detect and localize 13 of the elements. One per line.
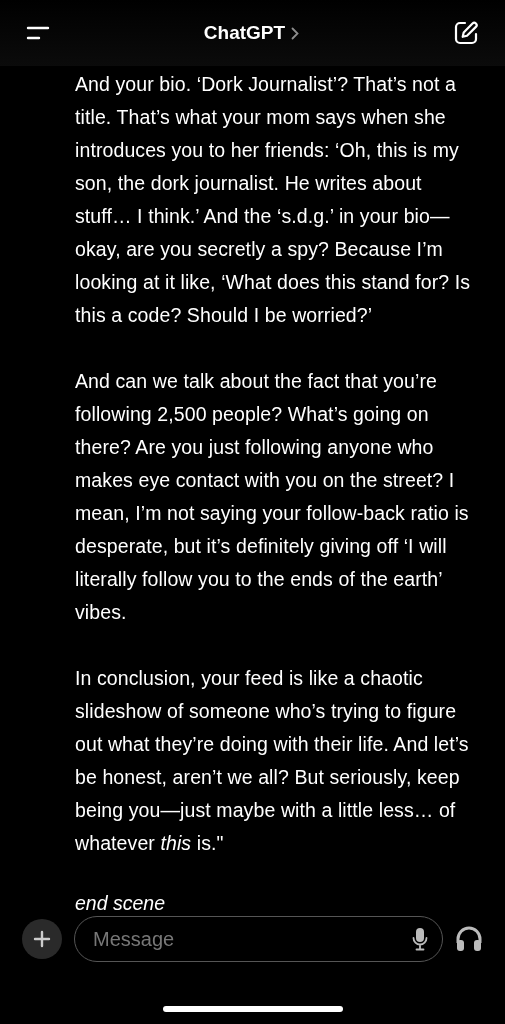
message-paragraph: In conclusion, your feed is like a chaotic slideshow of someone who’s trying to figure out what they’re doing with their life. And let’s be honest, aren’t we all? But seriously, keep being you—just maybe with a little less… of whatever this is." [75, 666, 470, 857]
app-title[interactable]: ChatGPT [203, 22, 286, 45]
menu-icon[interactable] [26, 25, 50, 42]
chevron-icon [291, 26, 300, 40]
message-field[interactable]: Message [91, 926, 412, 952]
add-button[interactable] [22, 919, 62, 960]
plus-icon[interactable] [33, 930, 51, 949]
message-paragraph: And your bio. ‘Dork Journalist’? That’s not a title. That’s what your mom says when she introduces you to her friends: ‘Oh, this is my son, the dork journalist. He writes about stuff… I think.’ And the ‘s.d.g.’ in your bio—okay, are you secretly a spy? Because I’m looking at it like, ‘What does this stand for? Is this a code? Should I be worried?’ [75, 72, 472, 329]
closing-text: end scene [75, 891, 166, 917]
headphones-icon[interactable] [455, 926, 483, 953]
new-chat-icon[interactable] [453, 20, 479, 47]
microphone-icon[interactable] [412, 927, 428, 952]
message-paragraph: And can we talk about the fact that you’re following 2,500 people? What’s going on there? Are you just following anyone who makes eye contact with you on the street? I mean, I’m not saying your follow-back ratio is desperate, but it’s definitely giving off ‘I will literally follow you to the ends of the earth’ vibes. [75, 369, 470, 626]
